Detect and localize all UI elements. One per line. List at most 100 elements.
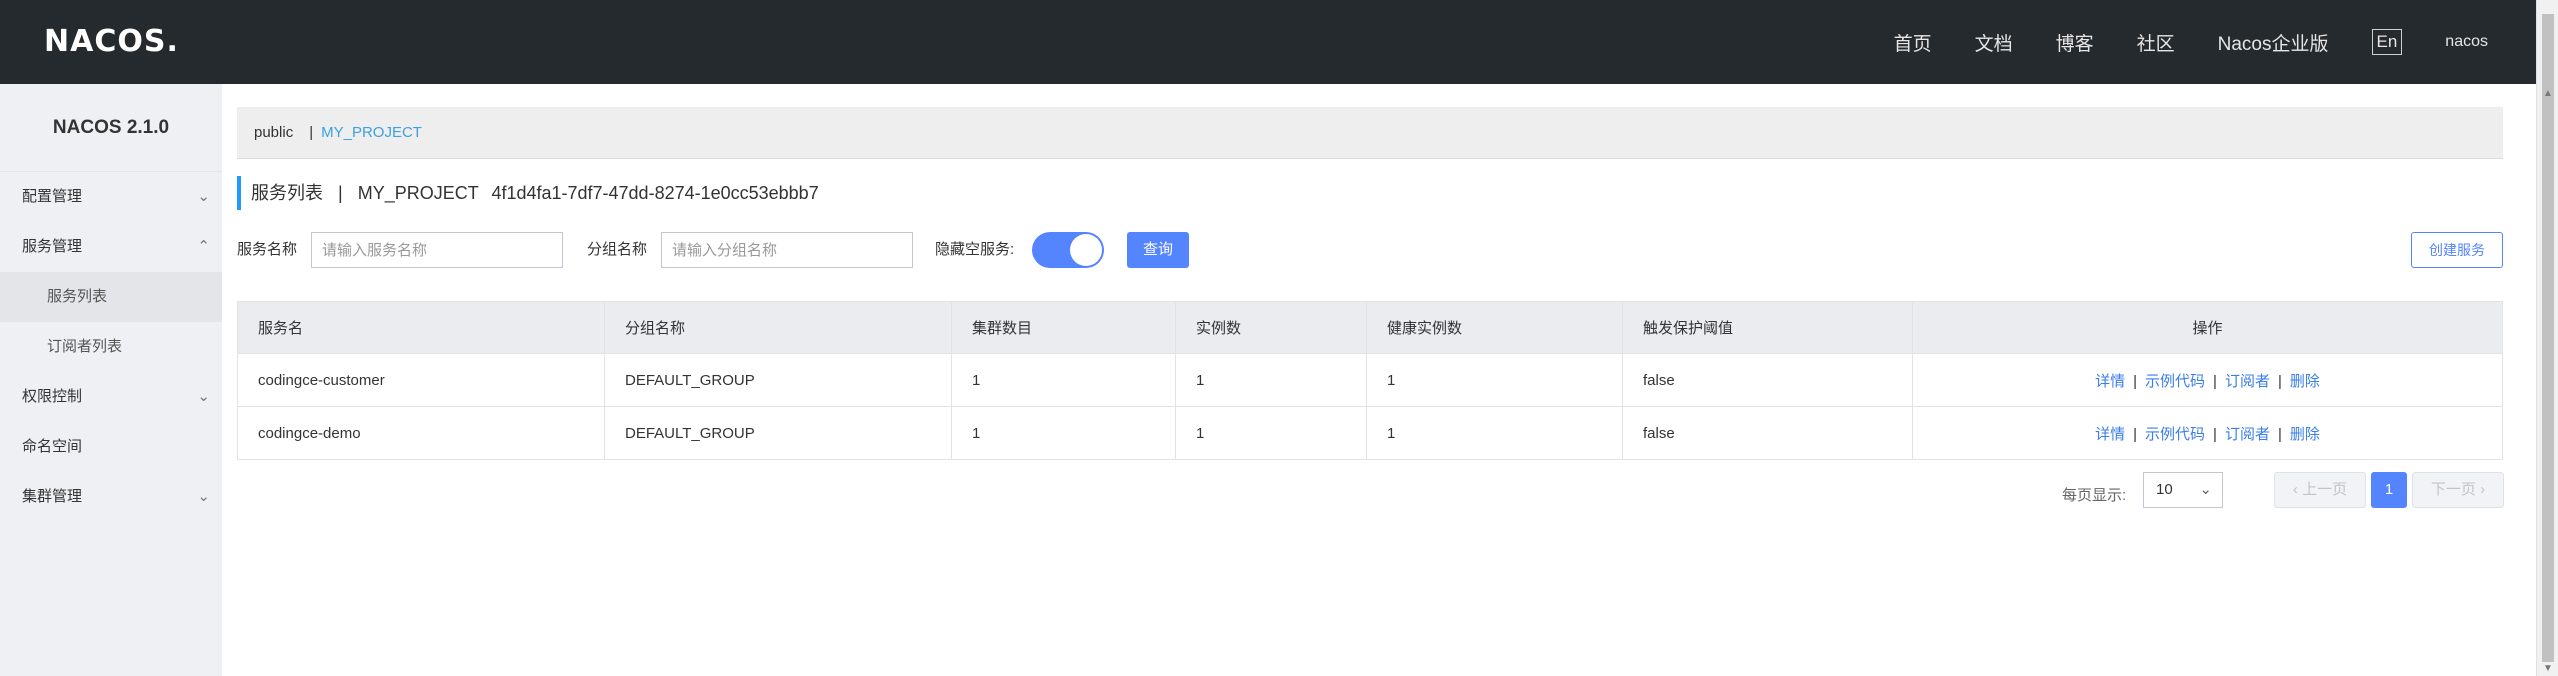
sidebar-item-namespace[interactable]: 命名空间 <box>0 422 222 472</box>
column-header-protect-threshold[interactable]: 触发保护阈值 <box>1622 301 1913 354</box>
scroll-down-arrow-icon[interactable]: ▼ <box>2543 663 2553 674</box>
page-size-select[interactable]: 10 ⌄ <box>2143 472 2223 508</box>
cell-group-name: DEFAULT_GROUP <box>604 353 952 407</box>
chevron-down-icon: ⌄ <box>197 188 210 205</box>
prev-page-button[interactable]: ‹ 上一页 <box>2274 472 2366 508</box>
sidebar-item-service-list[interactable]: 服务列表 <box>0 272 222 322</box>
page-size-label: 每页显示: <box>2062 487 2127 504</box>
page-title-text: 服务列表 <box>251 183 323 203</box>
action-separator: | <box>2213 425 2217 443</box>
cell-healthy-instance-count: 1 <box>1366 353 1623 407</box>
nacos-logo[interactable]: NACOS. <box>44 24 179 59</box>
user-menu[interactable]: nacos <box>2445 33 2488 51</box>
scroll-up-arrow-icon[interactable]: ▲ <box>2543 88 2553 99</box>
filter-bar: 服务名称 分组名称 隐藏空服务: 查询 创建服务 <box>237 232 2503 268</box>
subscribers-link[interactable]: 订阅者 <box>2225 426 2270 443</box>
sidebar-item-label: 集群管理 <box>22 488 83 505</box>
nav-docs[interactable]: 文档 <box>1975 29 2013 56</box>
service-table: 服务名 分组名称 集群数目 实例数 健康实例数 触发保护阈值 操作 coding… <box>237 301 2503 460</box>
chevron-up-icon: ⌃ <box>197 238 210 255</box>
chevron-right-icon: › <box>2480 481 2486 498</box>
cell-operations: 详情 | 示例代码 | 订阅者 | 删除 <box>1912 406 2503 460</box>
service-name-input[interactable] <box>311 232 563 268</box>
action-separator: | <box>2277 372 2282 390</box>
namespace-separator: | <box>309 124 314 141</box>
table-header-row: 服务名 分组名称 集群数目 实例数 健康实例数 触发保护阈值 操作 <box>237 301 2503 354</box>
sidebar-version-title: NACOS 2.1.0 <box>0 84 222 172</box>
next-page-button[interactable]: 下一页 › <box>2412 472 2504 508</box>
page-title-divider: | <box>338 183 343 203</box>
chevron-left-icon: ‹ <box>2292 481 2298 498</box>
cell-cluster-count: 1 <box>951 353 1176 407</box>
sidebar-item-subscriber-list[interactable]: 订阅者列表 <box>0 322 222 372</box>
sidebar: NACOS 2.1.0 配置管理 ⌄ 服务管理 ⌃ 服务列表 订阅者列表 权限控… <box>0 84 222 676</box>
action-separator: | <box>2133 372 2138 390</box>
cell-healthy-instance-count: 1 <box>1366 406 1623 460</box>
group-name-label: 分组名称 <box>587 241 648 258</box>
sidebar-item-label: 服务管理 <box>22 238 83 255</box>
action-separator: | <box>2133 425 2138 443</box>
cell-protect-threshold: false <box>1622 406 1913 460</box>
cell-cluster-count: 1 <box>951 406 1176 460</box>
namespace-my-project-link[interactable]: MY_PROJECT <box>321 124 422 141</box>
cell-instance-count: 1 <box>1175 406 1367 460</box>
column-header-service-name[interactable]: 服务名 <box>237 301 605 354</box>
sample-code-link[interactable]: 示例代码 <box>2145 373 2205 390</box>
cell-operations: 详情 | 示例代码 | 订阅者 | 删除 <box>1912 353 2503 407</box>
hide-empty-services-toggle[interactable] <box>1032 232 1104 268</box>
delete-link[interactable]: 删除 <box>2290 426 2320 443</box>
page-title-namespace-id: 4f1d4fa1-7df7-47dd-8274-1e0cc53ebbb7 <box>491 183 819 203</box>
namespace-public-link[interactable]: public <box>254 124 293 141</box>
chevron-down-icon: ⌄ <box>2199 481 2212 498</box>
sidebar-item-cluster-management[interactable]: 集群管理 ⌄ <box>0 472 222 522</box>
scrollbar-thumb[interactable] <box>2542 14 2554 662</box>
action-separator: | <box>2277 425 2282 443</box>
service-name-label: 服务名称 <box>237 241 298 258</box>
column-header-cluster-count[interactable]: 集群数目 <box>951 301 1176 354</box>
toggle-knob <box>1070 234 1102 266</box>
detail-link[interactable]: 详情 <box>2095 373 2125 390</box>
page-title: 服务列表 | MY_PROJECT 4f1d4fa1-7df7-47dd-827… <box>237 176 819 210</box>
sidebar-item-label: 命名空间 <box>22 438 83 455</box>
page-scrollbar[interactable]: ▲ ▼ <box>2536 0 2558 676</box>
cell-instance-count: 1 <box>1175 353 1367 407</box>
nav-enterprise[interactable]: Nacos企业版 <box>2218 29 2329 56</box>
sample-code-link[interactable]: 示例代码 <box>2145 426 2205 443</box>
action-separator: | <box>2213 372 2217 390</box>
cell-group-name: DEFAULT_GROUP <box>604 406 952 460</box>
top-navbar: NACOS. 首页 文档 博客 社区 Nacos企业版 En nacos <box>0 0 2536 84</box>
sidebar-item-service-management[interactable]: 服务管理 ⌃ <box>0 222 222 272</box>
delete-link[interactable]: 删除 <box>2290 373 2320 390</box>
column-header-instance-count[interactable]: 实例数 <box>1175 301 1367 354</box>
table-row: codingce-customer DEFAULT_GROUP 1 1 1 fa… <box>237 353 2503 407</box>
group-name-input[interactable] <box>661 232 913 268</box>
subscribers-link[interactable]: 订阅者 <box>2225 373 2270 390</box>
column-header-group-name[interactable]: 分组名称 <box>604 301 952 354</box>
nav-home[interactable]: 首页 <box>1894 29 1932 56</box>
sidebar-item-label: 配置管理 <box>22 188 83 205</box>
top-nav: 首页 文档 博客 社区 Nacos企业版 En nacos <box>1851 0 2488 84</box>
page-number-current[interactable]: 1 <box>2371 472 2407 508</box>
chevron-down-icon: ⌄ <box>197 388 210 405</box>
nav-community[interactable]: 社区 <box>2137 29 2175 56</box>
next-page-label: 下一页 <box>2430 481 2476 498</box>
page-size-value: 10 <box>2156 481 2173 498</box>
sidebar-item-label: 权限控制 <box>22 388 83 405</box>
column-header-operations: 操作 <box>1912 301 2503 354</box>
nav-blog[interactable]: 博客 <box>2056 29 2094 56</box>
query-button[interactable]: 查询 <box>1127 232 1189 268</box>
namespace-bar: public | MY_PROJECT <box>237 107 2503 159</box>
sidebar-item-permission-control[interactable]: 权限控制 ⌄ <box>0 372 222 422</box>
chevron-down-icon: ⌄ <box>197 488 210 505</box>
table-row: codingce-demo DEFAULT_GROUP 1 1 1 false … <box>237 406 2503 460</box>
cell-protect-threshold: false <box>1622 353 1913 407</box>
language-switch-button[interactable]: En <box>2371 29 2403 55</box>
page-title-namespace: MY_PROJECT <box>357 183 479 203</box>
sidebar-item-config-management[interactable]: 配置管理 ⌄ <box>0 172 222 222</box>
column-header-healthy-instance-count[interactable]: 健康实例数 <box>1366 301 1623 354</box>
hide-empty-services-label: 隐藏空服务: <box>935 241 1015 258</box>
create-service-button[interactable]: 创建服务 <box>2411 232 2503 268</box>
detail-link[interactable]: 详情 <box>2095 426 2125 443</box>
prev-page-label: 上一页 <box>2302 481 2348 498</box>
cell-service-name: codingce-customer <box>237 353 605 407</box>
